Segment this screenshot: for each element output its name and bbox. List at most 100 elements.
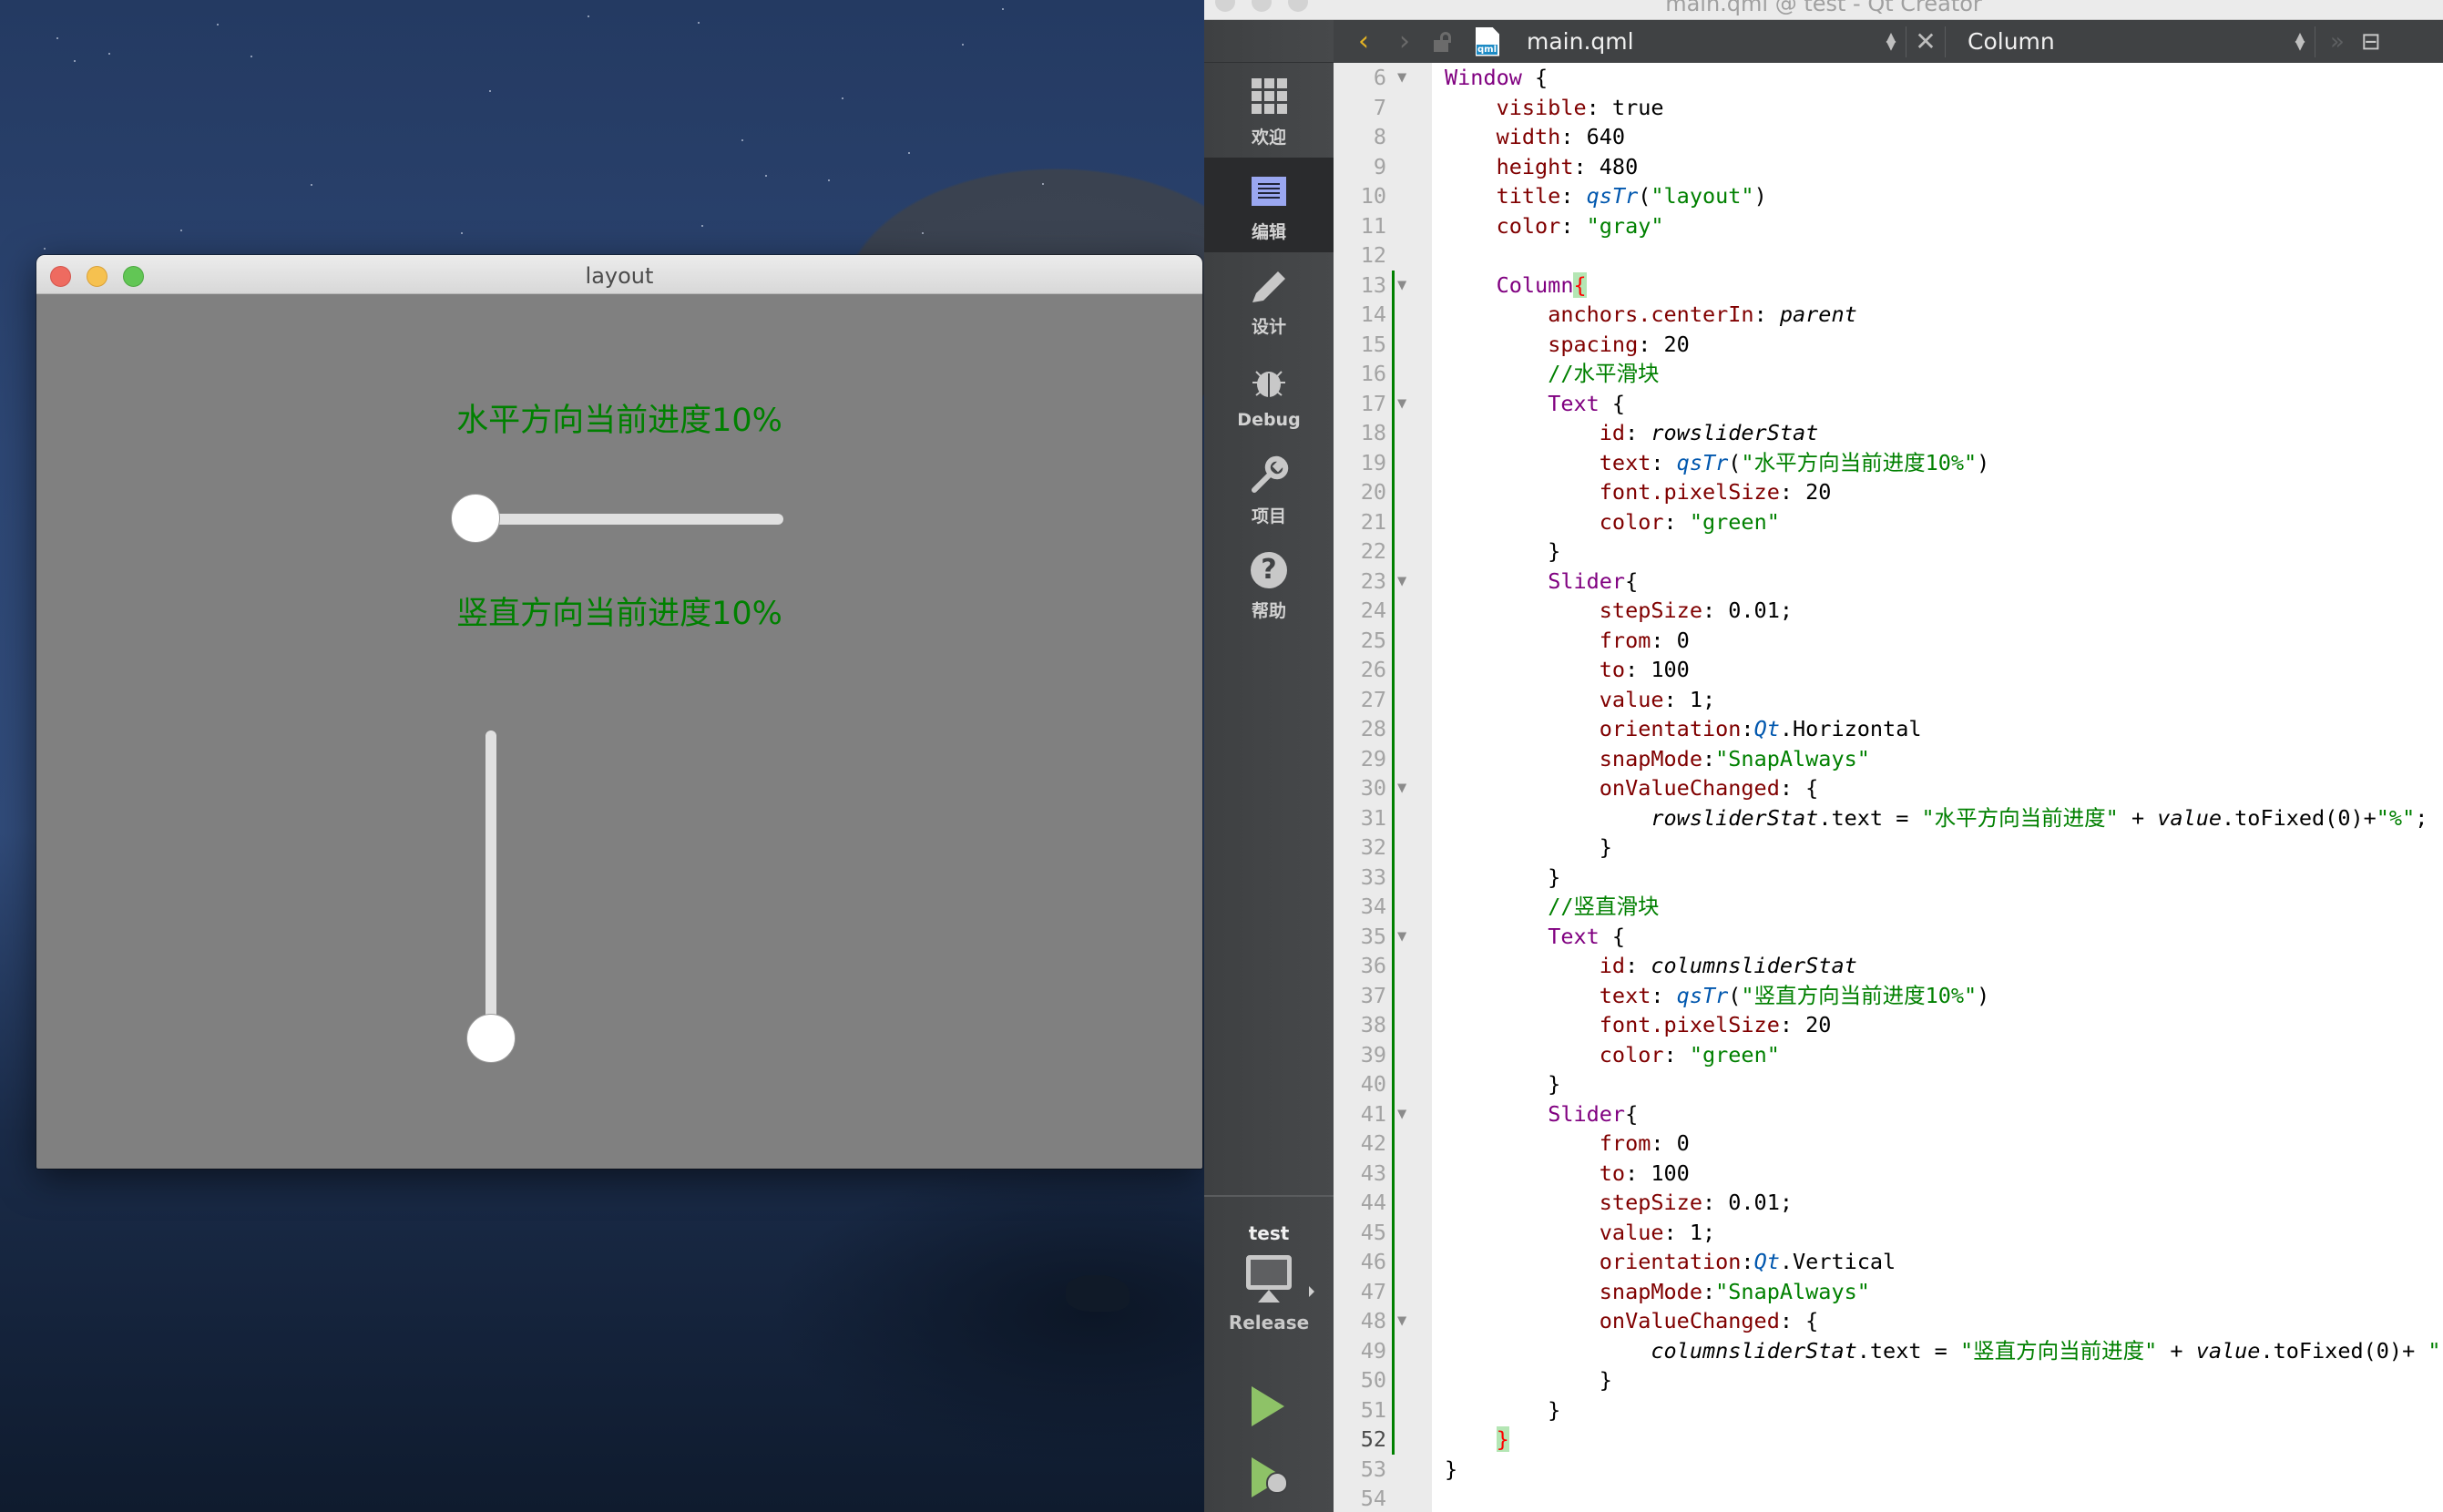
- code-line[interactable]: 9 height: 480: [1334, 152, 2443, 182]
- close-document-icon[interactable]: ✕: [1912, 26, 1939, 56]
- line-number: 26: [1360, 657, 1386, 682]
- mode-debug[interactable]: Debug: [1204, 347, 1334, 442]
- code-line[interactable]: 40 }: [1334, 1069, 2443, 1099]
- documents-updown-icon[interactable]: ▲ ▼: [1882, 31, 1900, 52]
- symbols-combo[interactable]: Column: [1968, 28, 2291, 55]
- code-line[interactable]: 25 from: 0: [1334, 625, 2443, 655]
- fold-toggle-icon[interactable]: ▼: [1397, 271, 1406, 301]
- code-line[interactable]: 23 ▼ Slider{: [1334, 566, 2443, 597]
- star: [311, 184, 312, 187]
- star: [741, 139, 743, 141]
- code-line[interactable]: 30 ▼ onValueChanged: {: [1334, 773, 2443, 803]
- creator-titlebar[interactable]: main.qml @ test - Qt Creator: [1204, 0, 2443, 20]
- fold-toggle-icon[interactable]: ▼: [1397, 1306, 1406, 1336]
- change-marker: [1392, 329, 1395, 359]
- open-documents-combo[interactable]: main.qml: [1527, 28, 1882, 55]
- app-titlebar[interactable]: layout: [36, 255, 1202, 294]
- mode-design[interactable]: 设计: [1204, 252, 1334, 347]
- code-line[interactable]: 54: [1334, 1484, 2443, 1512]
- vertical-slider-handle[interactable]: [466, 1013, 516, 1063]
- code-line[interactable]: 41 ▼ Slider{: [1334, 1098, 2443, 1129]
- code-line[interactable]: 24 stepSize: 0.01;: [1334, 596, 2443, 626]
- fold-toggle-icon[interactable]: ▼: [1397, 922, 1406, 952]
- vertical-slider-track[interactable]: [486, 730, 496, 1055]
- code-line[interactable]: 48 ▼ onValueChanged: {: [1334, 1306, 2443, 1336]
- code-line[interactable]: 47 snapMode:"SnapAlways": [1334, 1276, 2443, 1306]
- kit-expand-arrow-icon[interactable]: [1309, 1286, 1314, 1297]
- code-line[interactable]: 16 //水平滑块: [1334, 359, 2443, 389]
- code-line[interactable]: 50 }: [1334, 1365, 2443, 1395]
- unlock-icon[interactable]: [1434, 31, 1452, 52]
- code-line[interactable]: 46 orientation:Qt.Vertical: [1334, 1247, 2443, 1277]
- code-line[interactable]: 8 width: 640: [1334, 122, 2443, 152]
- code-line[interactable]: 45 value: 1;: [1334, 1217, 2443, 1247]
- code-line[interactable]: 31 rowsliderStat.text = "水平方向当前进度" + val…: [1334, 802, 2443, 833]
- code-line[interactable]: 14 anchors.centerIn: parent: [1334, 300, 2443, 330]
- symbols-updown-icon[interactable]: ▲ ▼: [2291, 31, 2309, 52]
- run-button[interactable]: [1252, 1386, 1284, 1426]
- horizontal-slider-handle[interactable]: [451, 494, 501, 543]
- code-line[interactable]: 17 ▼ Text {: [1334, 388, 2443, 419]
- code-line[interactable]: 13 ▼ Column{: [1334, 270, 2443, 301]
- code-line[interactable]: 22 }: [1334, 536, 2443, 567]
- fold-toggle-icon[interactable]: ▼: [1397, 389, 1406, 419]
- code-line[interactable]: 12: [1334, 240, 2443, 271]
- code-text: title: qsTr("layout"): [1496, 183, 1767, 209]
- line-number: 9: [1373, 153, 1386, 179]
- code-line[interactable]: 42 from: 0: [1334, 1129, 2443, 1159]
- mode-welcome[interactable]: 欢迎: [1204, 63, 1334, 158]
- code-line[interactable]: 52 }: [1334, 1425, 2443, 1455]
- code-line[interactable]: 43 to: 100: [1334, 1158, 2443, 1188]
- code-line[interactable]: 34 //竖直滑块: [1334, 892, 2443, 922]
- code-line[interactable]: 28 orientation:Qt.Horizontal: [1334, 714, 2443, 744]
- fold-toggle-icon[interactable]: ▼: [1397, 567, 1406, 597]
- code-line[interactable]: 18 id: rowsliderStat: [1334, 418, 2443, 448]
- code-line[interactable]: 37 text: qsTr("竖直方向当前进度10%"): [1334, 980, 2443, 1010]
- code-line[interactable]: 27 value: 1;: [1334, 684, 2443, 714]
- change-marker: [1392, 1158, 1395, 1188]
- horizontal-slider[interactable]: [448, 492, 794, 545]
- code-line[interactable]: 11 color: "gray": [1334, 211, 2443, 241]
- code-line[interactable]: 19 text: qsTr("水平方向当前进度10%"): [1334, 447, 2443, 477]
- line-number: 21: [1360, 508, 1386, 535]
- split-view-icon[interactable]: ⊟: [2361, 28, 2381, 56]
- code-line[interactable]: 36 id: columnsliderStat: [1334, 951, 2443, 981]
- navigate-forward-icon[interactable]: ›: [1386, 26, 1423, 57]
- code-text: spacing: 20: [1548, 331, 1690, 357]
- code-line[interactable]: 51 }: [1334, 1395, 2443, 1425]
- code-line[interactable]: 10 title: qsTr("layout"): [1334, 181, 2443, 211]
- code-line[interactable]: 15 spacing: 20: [1334, 329, 2443, 359]
- vertical-slider[interactable]: [465, 701, 517, 1066]
- change-marker: [1392, 1098, 1395, 1129]
- code-line[interactable]: 38 font.pixelSize: 20: [1334, 1010, 2443, 1040]
- code-line[interactable]: 39 color: "green": [1334, 1039, 2443, 1069]
- fold-toggle-icon[interactable]: ▼: [1397, 773, 1406, 803]
- code-line[interactable]: 20 font.pixelSize: 20: [1334, 477, 2443, 507]
- kit-selector[interactable]: test Release: [1204, 1195, 1334, 1333]
- code-line[interactable]: 21 color: "green": [1334, 506, 2443, 536]
- mode-projects[interactable]: 项目: [1204, 442, 1334, 536]
- code-line[interactable]: 32 }: [1334, 833, 2443, 863]
- fold-toggle-icon[interactable]: ▼: [1397, 1099, 1406, 1129]
- mode-help[interactable]: ? 帮助: [1204, 536, 1334, 631]
- line-number: 40: [1360, 1071, 1386, 1097]
- code-editor[interactable]: 6 ▼ Window {7 visible: true 8 width: 640 9 h…: [1334, 63, 2443, 1512]
- code-line[interactable]: 35 ▼ Text {: [1334, 921, 2443, 952]
- code-line[interactable]: 53}: [1334, 1455, 2443, 1485]
- code-text: }: [1445, 1071, 1561, 1097]
- more-chevrons-icon[interactable]: »: [2330, 28, 2345, 56]
- mode-edit[interactable]: 编辑: [1204, 158, 1334, 252]
- code-line[interactable]: 49 columnsliderStat.text = "竖直方向当前进度" + …: [1334, 1335, 2443, 1365]
- code-line[interactable]: 44 stepSize: 0.01;: [1334, 1188, 2443, 1218]
- code-line[interactable]: 6 ▼ Window {: [1334, 63, 2443, 93]
- navigate-back-icon[interactable]: ‹: [1341, 26, 1386, 57]
- code-text: visible: true: [1496, 94, 1664, 120]
- line-number: 45: [1360, 1219, 1386, 1245]
- code-line[interactable]: 7 visible: true: [1334, 93, 2443, 123]
- mode-label: Debug: [1237, 410, 1301, 430]
- code-line[interactable]: 26 to: 100: [1334, 655, 2443, 685]
- fold-toggle-icon[interactable]: ▼: [1397, 63, 1406, 93]
- code-line[interactable]: 33 }: [1334, 862, 2443, 892]
- code-line[interactable]: 29 snapMode:"SnapAlways": [1334, 743, 2443, 773]
- horizontal-slider-track[interactable]: [455, 514, 783, 525]
